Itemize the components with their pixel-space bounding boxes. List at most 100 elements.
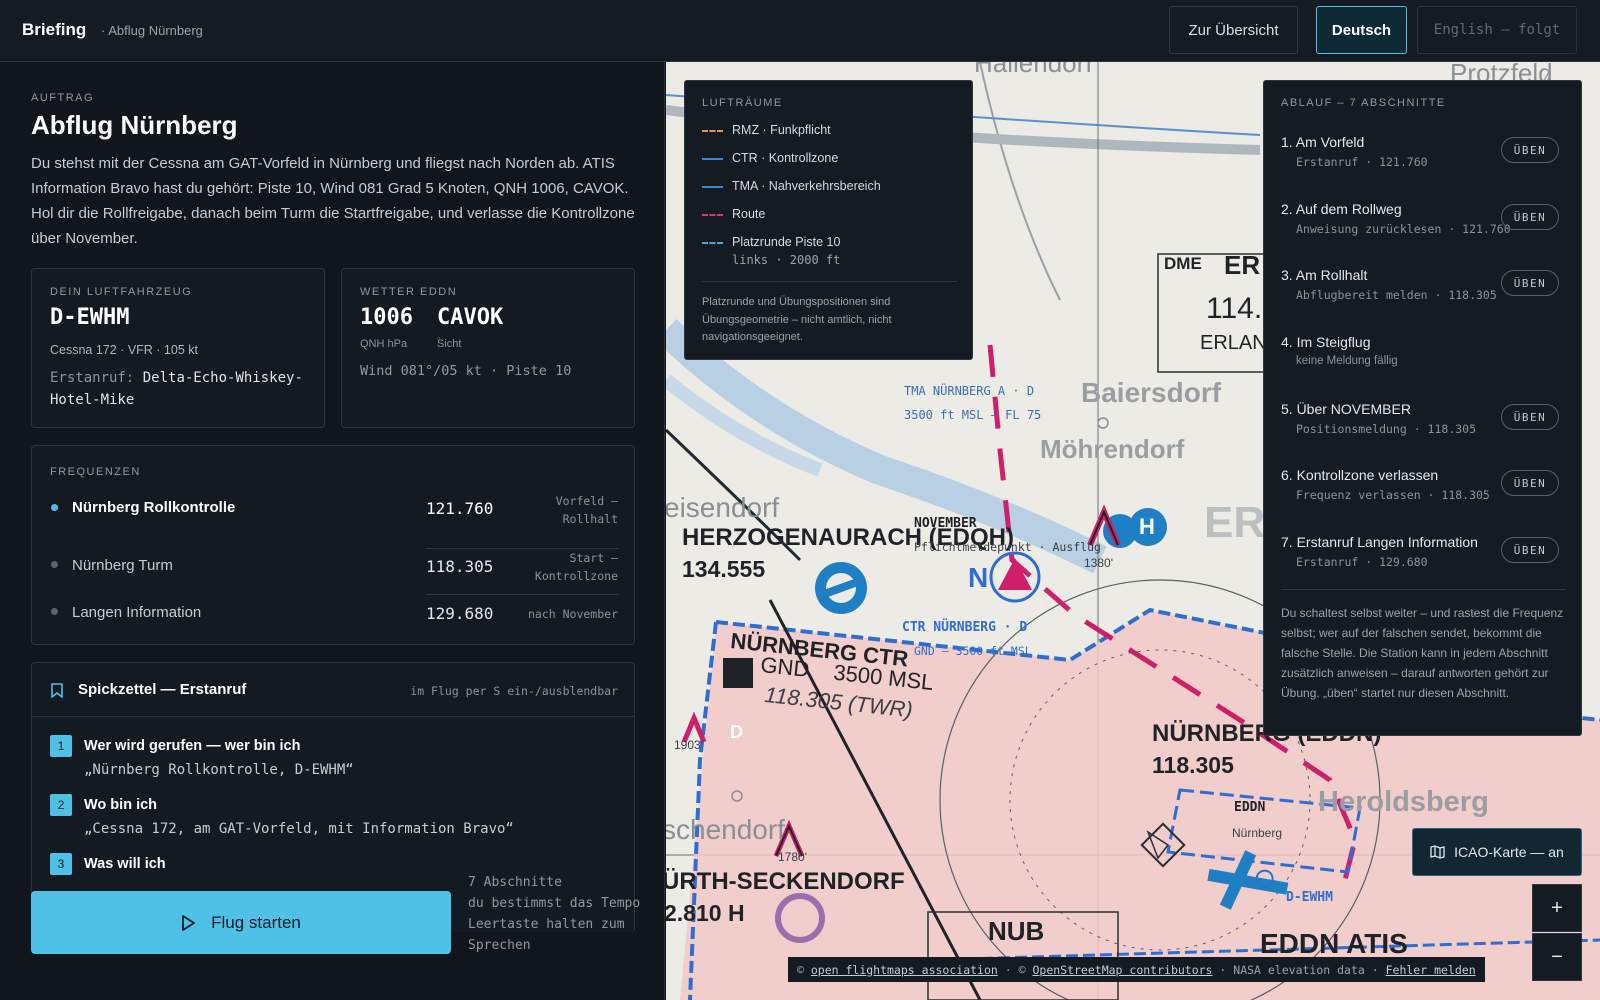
weather-visibility-label: Sicht (437, 338, 462, 350)
ofm-link[interactable]: open flightmaps association (811, 963, 998, 977)
active-dot-icon (51, 504, 58, 511)
weather-visibility: CAVOK (437, 305, 504, 330)
step-number-badge: 1 (50, 735, 72, 757)
start-note: 7 Abschnitte (468, 875, 562, 890)
map-label: N (968, 562, 989, 593)
practice-button[interactable]: ÜBEN (1501, 270, 1559, 296)
play-icon (182, 914, 196, 931)
frequency-value: 129.680 (426, 604, 494, 623)
step-item[interactable]: 5. Über NOVEMBER Positionsmeldung · 118.3… (1281, 401, 1566, 451)
step-item[interactable]: 7. Erstanruf Langen Information Erstanruf… (1281, 534, 1566, 584)
map-label: ÜRTH-SECKENDORF (666, 868, 905, 895)
practice-button[interactable]: ÜBEN (1501, 137, 1559, 163)
map-label: 2.810 H (666, 900, 745, 926)
map-label: EDDN ATIS (1260, 928, 1408, 959)
map-label: 118.305 (1152, 752, 1234, 778)
language-de-button[interactable]: Deutsch (1316, 6, 1407, 54)
top-bar: Briefing · Abflug Nürnberg Zur Übersicht… (0, 0, 1600, 62)
legend-item: Route (702, 207, 765, 221)
frequency-value: 118.305 (426, 557, 494, 576)
solid-line-icon (702, 158, 723, 160)
aircraft-eyebrow: DEIN LUFTFAHRZEUG (50, 286, 193, 298)
cheatsheet-item-title: Was will ich (84, 856, 166, 872)
frequency-row[interactable]: Nürnberg Rollkontrolle 121.760 Vorfeld –… (32, 486, 636, 548)
map-attribution: © open flightmaps association · © OpenSt… (788, 957, 1485, 982)
osm-link[interactable]: OpenStreetMap contributors (1032, 963, 1212, 977)
start-notes: 7 Abschnitte du bestimmst das Tempo Leer… (468, 872, 648, 956)
flight-steps-panel: ABLAUF – 7 ABSCHNITTE 1. Am Vorfeld Ersta… (1263, 80, 1582, 736)
weather-qnh-label: QNH hPa (360, 338, 408, 350)
report-error-link[interactable]: Fehler melden (1386, 963, 1476, 977)
legend-eyebrow: LUFTRÄUME (702, 97, 783, 109)
step-item[interactable]: 3. Am Rollhalt Abflugbereit melden · 118.… (1281, 267, 1566, 317)
cheatsheet-title: Spickzettel — Erstanruf (78, 681, 247, 698)
frequencies-eyebrow: FREQUENZEN (50, 466, 141, 478)
map-label: Baiersdorf (1081, 377, 1222, 408)
dashed-line-icon (702, 242, 723, 244)
cheatsheet-header[interactable]: Spickzettel — Erstanruf im Flug per S ei… (32, 663, 634, 717)
practice-button[interactable]: ÜBEN (1501, 404, 1559, 430)
frequency-name: Nürnberg Rollkontrolle (72, 499, 236, 516)
legend-item: CTR · Kontrollzone (702, 151, 838, 165)
frequency-note: Start – Kontrollzone (534, 551, 618, 583)
map-icon (1430, 845, 1445, 859)
legend-label: Route (732, 207, 766, 221)
language-en-button[interactable]: English – folgt (1417, 6, 1577, 54)
map-label: NOVEMBER (914, 516, 977, 531)
legend-sublabel: links · 2000 ft (732, 253, 841, 267)
start-flight-button[interactable]: Flug starten (31, 891, 451, 954)
practice-button[interactable]: ÜBEN (1501, 470, 1559, 496)
step-item[interactable]: 1. Am Vorfeld Erstanruf · 121.760 ÜBEN (1281, 134, 1566, 184)
attribution-copyright: © (797, 962, 804, 977)
map-label: GND – 3500 ft MSL (914, 644, 1032, 658)
divider (702, 281, 957, 282)
map-label: Pflichtmeldepunkt · Ausflug (914, 540, 1101, 554)
map-label: schendorf (666, 814, 785, 845)
step-subtitle: keine Meldung fällig (1296, 355, 1398, 367)
mission-text: Du stehst mit der Cessna am GAT-Vorfeld … (31, 155, 635, 247)
map-label: NUB (988, 916, 1045, 946)
step-item[interactable]: 6. Kontrollzone verlassen Frequenz verlas… (1281, 467, 1566, 517)
legend-item: Platzrunde Piste 10 links · 2000 ft (702, 235, 840, 271)
map-label: Hallendorf (974, 62, 1093, 78)
weather-card: WETTER EDDN 1006 QNH hPa CAVOK Sicht Win… (341, 268, 635, 428)
zoom-out-button[interactable]: − (1532, 933, 1582, 981)
cheatsheet-item-quote: „Nürnberg Rollkontrolle, D-EWHM“ (84, 762, 354, 778)
zoom-in-button[interactable]: + (1532, 884, 1582, 932)
legend-note: Platzrunde und Übungspositionen sind Übu… (702, 296, 892, 343)
step-item[interactable]: 2. Auf dem Rollweg Anweisung zurücklesen … (1281, 201, 1566, 251)
icao-map-toggle[interactable]: ICAO-Karte — an (1412, 828, 1582, 876)
steps-note: Du schaltest selbst weiter – und rastest… (1281, 606, 1564, 700)
map-label: Nürnberg (1232, 826, 1283, 840)
frequency-name: Nürnberg Turm (72, 557, 173, 574)
breadcrumb: · Abflug Nürnberg (101, 23, 203, 38)
map-label: D (730, 722, 743, 742)
map-label: DME (1164, 254, 1202, 273)
map-label: 114. (1206, 292, 1263, 325)
map-label: TMA NÜRNBERG A · D (904, 384, 1035, 398)
callsign-label: Erstanruf: (50, 370, 135, 386)
overview-button[interactable]: Zur Übersicht (1169, 6, 1298, 54)
practice-button[interactable]: ÜBEN (1501, 204, 1559, 230)
practice-button[interactable]: ÜBEN (1501, 537, 1559, 563)
map-label: ERLAN (1200, 332, 1267, 354)
mission-title: Abflug Nürnberg (31, 110, 238, 140)
map-label: CTR NÜRNBERG · D (902, 620, 1028, 635)
map-label: Möhrendorf (1040, 434, 1185, 464)
steps-eyebrow: ABLAUF – 7 ABSCHNITTE (1281, 97, 1446, 109)
attribution-copyright: © (1018, 962, 1026, 977)
app-title: Briefing (22, 20, 87, 39)
aircraft-callsign: Erstanruf: Delta-Echo-Whiskey-Hotel-Mike (50, 367, 310, 411)
legend-item: RMZ · Funkpflicht (702, 123, 831, 137)
aircraft-type: Cessna 172 · VFR · 105 kt (50, 343, 198, 357)
frequency-note: nach November (527, 607, 618, 621)
aircraft-registration: D-EWHM (50, 305, 130, 330)
frequency-row[interactable]: Langen Information 129.680 nach November (32, 596, 636, 641)
map-label: D-EWHM (1286, 890, 1333, 905)
map-label: ER (1224, 250, 1261, 280)
inactive-dot-icon (51, 561, 58, 568)
weather-wind: Wind 081°/05 kt · Piste 10 (360, 363, 572, 379)
start-flight-label: Flug starten (211, 912, 301, 932)
inactive-dot-icon (51, 608, 58, 615)
step-item: 4. Im Steigflug keine Meldung fällig (1281, 334, 1566, 384)
